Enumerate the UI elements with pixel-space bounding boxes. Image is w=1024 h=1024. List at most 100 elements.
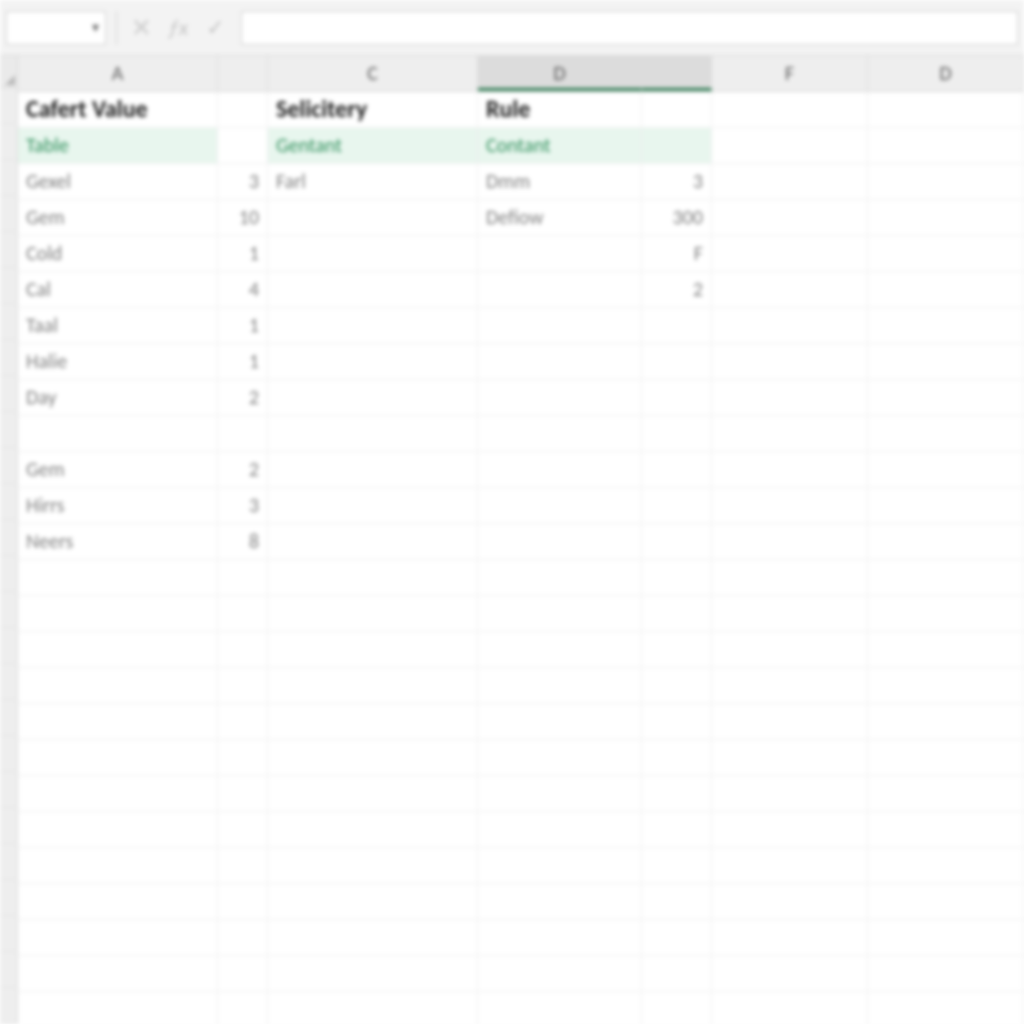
cell-D2[interactable]: Contant xyxy=(478,128,642,164)
cell-F4[interactable] xyxy=(712,200,868,236)
cell-A16[interactable] xyxy=(18,632,218,668)
cell-B3[interactable]: 3 xyxy=(218,164,268,200)
cell-B23[interactable] xyxy=(218,884,268,920)
cell-E8[interactable] xyxy=(642,344,712,380)
cell-B21[interactable] xyxy=(218,812,268,848)
cell-C26[interactable] xyxy=(268,992,478,1024)
cell-E4[interactable]: 300 xyxy=(642,200,712,236)
cell-A10[interactable] xyxy=(18,416,218,452)
cell-C18[interactable] xyxy=(268,704,478,740)
cell-A25[interactable] xyxy=(18,956,218,992)
cell-C16[interactable] xyxy=(268,632,478,668)
cell-B10[interactable] xyxy=(218,416,268,452)
cell-G5[interactable] xyxy=(868,236,1024,272)
column-header-C[interactable]: C xyxy=(268,56,478,91)
row-header[interactable] xyxy=(0,844,17,880)
chevron-down-icon[interactable]: ▾ xyxy=(92,19,99,36)
cell-B6[interactable]: 4 xyxy=(218,272,268,308)
cell-G12[interactable] xyxy=(868,488,1024,524)
cell-G26[interactable] xyxy=(868,992,1024,1024)
cell-F12[interactable] xyxy=(712,488,868,524)
cell-E14[interactable] xyxy=(642,560,712,596)
row-header[interactable] xyxy=(0,772,17,808)
cell-D7[interactable] xyxy=(478,308,642,344)
cell-B8[interactable]: 1 xyxy=(218,344,268,380)
row-header[interactable] xyxy=(0,916,17,952)
cell-A20[interactable] xyxy=(18,776,218,812)
cell-D24[interactable] xyxy=(478,920,642,956)
cell-G22[interactable] xyxy=(868,848,1024,884)
name-box[interactable]: ▾ xyxy=(6,11,106,45)
cell-B11[interactable]: 2 xyxy=(218,452,268,488)
cell-D19[interactable] xyxy=(478,740,642,776)
row-header[interactable] xyxy=(0,376,17,412)
row-header[interactable] xyxy=(0,232,17,268)
cell-E21[interactable] xyxy=(642,812,712,848)
cell-C15[interactable] xyxy=(268,596,478,632)
cell-G6[interactable] xyxy=(868,272,1024,308)
cell-E20[interactable] xyxy=(642,776,712,812)
cell-A17[interactable] xyxy=(18,668,218,704)
column-header-E[interactable] xyxy=(642,56,712,91)
cell-E3[interactable]: 3 xyxy=(642,164,712,200)
column-header-G[interactable]: D xyxy=(868,56,1024,91)
cell-C23[interactable] xyxy=(268,884,478,920)
cell-D26[interactable] xyxy=(478,992,642,1024)
cell-A22[interactable] xyxy=(18,848,218,884)
cell-E13[interactable] xyxy=(642,524,712,560)
row-header[interactable] xyxy=(0,988,17,1024)
cell-F8[interactable] xyxy=(712,344,868,380)
cell-F22[interactable] xyxy=(712,848,868,884)
cell-B14[interactable] xyxy=(218,560,268,596)
cell-D16[interactable] xyxy=(478,632,642,668)
row-header[interactable] xyxy=(0,556,17,592)
cell-A26[interactable] xyxy=(18,992,218,1024)
cell-D25[interactable] xyxy=(478,956,642,992)
cell-B22[interactable] xyxy=(218,848,268,884)
row-header[interactable] xyxy=(0,124,17,160)
cell-E24[interactable] xyxy=(642,920,712,956)
cell-A2[interactable]: Table xyxy=(18,128,218,164)
cell-B17[interactable] xyxy=(218,668,268,704)
cell-E2[interactable] xyxy=(642,128,712,164)
cell-D15[interactable] xyxy=(478,596,642,632)
cell-B26[interactable] xyxy=(218,992,268,1024)
cell-C19[interactable] xyxy=(268,740,478,776)
cell-F1[interactable] xyxy=(712,92,868,128)
cell-B18[interactable] xyxy=(218,704,268,740)
cell-E9[interactable] xyxy=(642,380,712,416)
cell-A11[interactable]: Gem xyxy=(18,452,218,488)
select-all-triangle[interactable] xyxy=(0,56,17,88)
cell-G20[interactable] xyxy=(868,776,1024,812)
cell-F3[interactable] xyxy=(712,164,868,200)
row-header[interactable] xyxy=(0,88,17,124)
cell-A9[interactable]: Day xyxy=(18,380,218,416)
cell-C21[interactable] xyxy=(268,812,478,848)
cell-D12[interactable] xyxy=(478,488,642,524)
cell-F24[interactable] xyxy=(712,920,868,956)
column-header-B[interactable] xyxy=(218,56,268,91)
cell-C12[interactable] xyxy=(268,488,478,524)
cell-E22[interactable] xyxy=(642,848,712,884)
cell-C1[interactable]: Selicitery xyxy=(268,92,478,128)
cell-B2[interactable] xyxy=(218,128,268,164)
cell-B4[interactable]: 10 xyxy=(218,200,268,236)
row-header[interactable] xyxy=(0,880,17,916)
cell-F23[interactable] xyxy=(712,884,868,920)
cell-F10[interactable] xyxy=(712,416,868,452)
cell-D6[interactable] xyxy=(478,272,642,308)
cell-G4[interactable] xyxy=(868,200,1024,236)
cell-G25[interactable] xyxy=(868,956,1024,992)
row-header[interactable] xyxy=(0,448,17,484)
cell-C8[interactable] xyxy=(268,344,478,380)
cell-F20[interactable] xyxy=(712,776,868,812)
row-header[interactable] xyxy=(0,628,17,664)
cell-G23[interactable] xyxy=(868,884,1024,920)
cell-B19[interactable] xyxy=(218,740,268,776)
cell-B13[interactable]: 8 xyxy=(218,524,268,560)
cell-D4[interactable]: Defiow xyxy=(478,200,642,236)
cell-C4[interactable] xyxy=(268,200,478,236)
cell-G9[interactable] xyxy=(868,380,1024,416)
cell-C24[interactable] xyxy=(268,920,478,956)
row-header[interactable] xyxy=(0,484,17,520)
